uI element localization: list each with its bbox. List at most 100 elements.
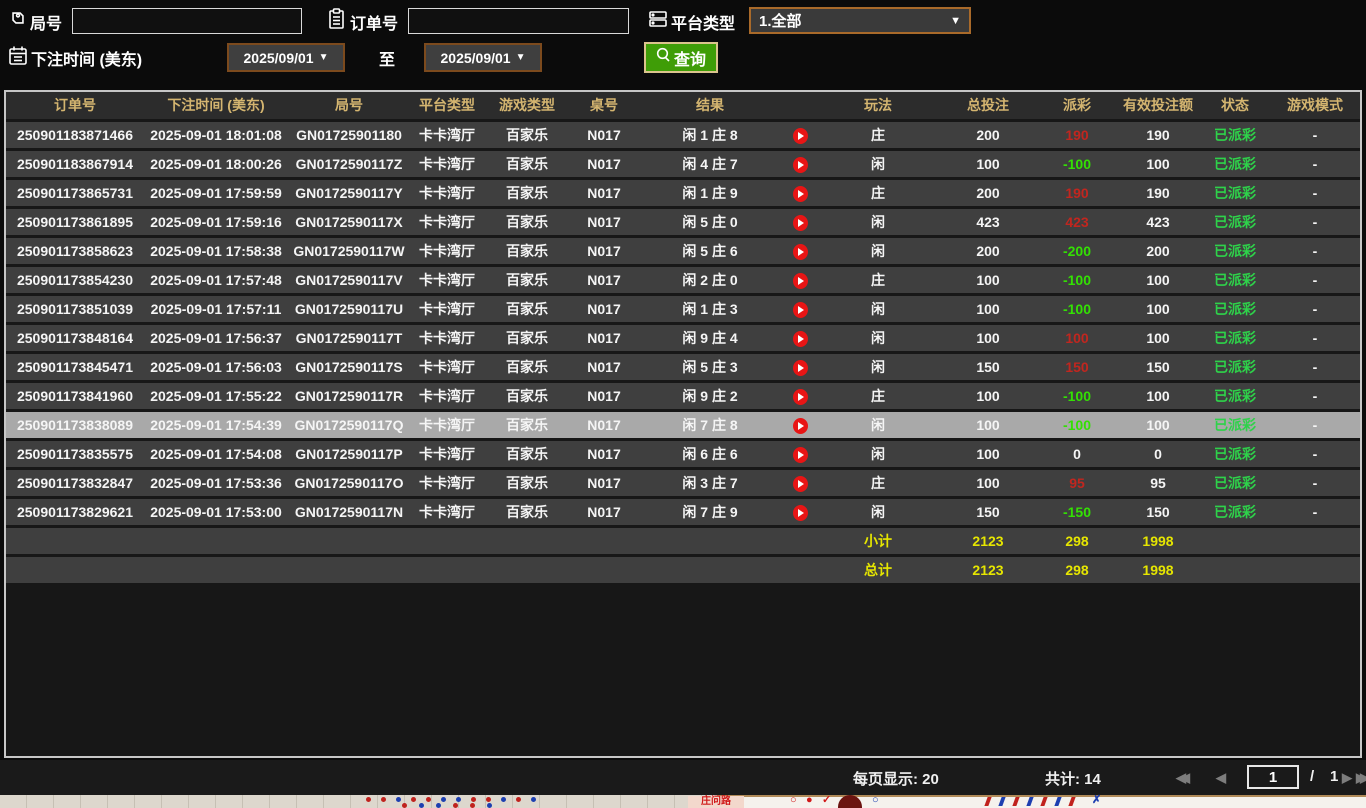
payout-cell: 190 (1065, 185, 1089, 201)
play-circle-icon[interactable] (792, 505, 808, 522)
round-no-cell: GN0172590117R (294, 388, 404, 404)
table-row[interactable]: 250901173841960 2025-09-01 17:55:22 GN01… (6, 383, 1360, 409)
platform-cell: 卡卡湾厅 (419, 388, 475, 404)
table-row[interactable]: 250901173848164 2025-09-01 17:56:37 GN01… (6, 325, 1360, 351)
game-type-cell: 百家乐 (506, 185, 548, 201)
first-page-icon[interactable]: ◀◀ (1176, 770, 1190, 786)
game-mode-cell: - (1312, 301, 1318, 317)
bet-time-cell: 2025-09-01 17:55:22 (150, 388, 282, 404)
table-row[interactable]: 250901173854230 2025-09-01 17:57:48 GN01… (6, 267, 1360, 293)
total-bet-cell: 150 (976, 504, 1000, 520)
table-header-row: 订单号 下注时间 (美东) 局号 平台类型 游戏类型 桌号 结果 玩法 总投注 … (6, 92, 1360, 119)
status-badge: 已派彩 (1214, 301, 1256, 317)
table-row[interactable]: 250901173851039 2025-09-01 17:57:11 GN01… (6, 296, 1360, 322)
valid-bet-cell: 100 (1146, 417, 1170, 433)
bet-time-cell: 2025-09-01 17:58:38 (150, 243, 282, 259)
order-no-cell: 250901173829621 (16, 504, 134, 520)
table-row[interactable]: 250901173838089 2025-09-01 17:54:39 GN01… (6, 412, 1360, 438)
date-from-value: 2025/09/01 (243, 49, 314, 66)
payout-sum: 298 (1065, 562, 1089, 578)
table-no-cell: N017 (587, 272, 621, 288)
play-circle-icon[interactable] (792, 244, 808, 261)
order-no-cell: 250901173845471 (16, 359, 134, 375)
order-no-input[interactable] (408, 8, 629, 34)
check-mark: ✓ (822, 794, 832, 806)
last-page-icon[interactable]: ▶▶ (1356, 770, 1366, 786)
table-no-cell: N017 (587, 156, 621, 172)
play-circle-icon[interactable] (792, 302, 808, 319)
payout-cell: 95 (1069, 475, 1085, 491)
round-no-input[interactable] (72, 8, 302, 34)
table-row[interactable]: 250901173865731 2025-09-01 17:59:59 GN01… (6, 180, 1360, 206)
table-row[interactable]: 250901173832847 2025-09-01 17:53:36 GN01… (6, 470, 1360, 496)
status-badge: 已派彩 (1214, 185, 1256, 201)
game-mode-cell: - (1312, 504, 1318, 520)
play-circle-icon[interactable] (792, 128, 808, 145)
order-no-cell: 250901173851039 (16, 301, 134, 317)
game-mode-cell: - (1312, 388, 1318, 404)
round-no-label: 局号 (30, 16, 63, 33)
play-cell: 闲 (871, 359, 885, 375)
valid-bet-cell: 100 (1146, 301, 1170, 317)
date-to-picker[interactable]: 2025/09/01 ▼ (424, 43, 542, 72)
platform-cell: 卡卡湾厅 (419, 127, 475, 143)
table-row[interactable]: 250901173845471 2025-09-01 17:56:03 GN01… (6, 354, 1360, 380)
magnifier-icon (656, 47, 671, 68)
result-cell: 闲 2 庄 0 (682, 272, 738, 288)
total-bet-cell: 423 (976, 214, 1000, 230)
replay-cell (782, 209, 818, 235)
replay-cell (782, 267, 818, 293)
next-page-icon[interactable]: ▶ (1342, 770, 1352, 786)
date-from-picker[interactable]: 2025/09/01 ▼ (227, 43, 345, 72)
total-bet-cell: 100 (976, 446, 1000, 462)
table-row[interactable]: 250901183871466 2025-09-01 18:01:08 GN01… (6, 122, 1360, 148)
valid-bet-cell: 190 (1146, 185, 1170, 201)
payout-cell: -200 (1062, 243, 1092, 259)
platform-cell: 卡卡湾厅 (419, 243, 475, 259)
platform-cell: 卡卡湾厅 (419, 214, 475, 230)
prev-page-icon[interactable]: ◀ (1216, 770, 1226, 786)
bet-time-cell: 2025-09-01 17:53:36 (150, 475, 282, 491)
order-no-cell: 250901183871466 (16, 127, 134, 143)
col-header-round-no: 局号 (335, 97, 363, 113)
play-cell: 庄 (871, 127, 885, 143)
play-circle-icon[interactable] (792, 331, 808, 348)
round-no-cell: GN0172590117Y (295, 185, 403, 201)
play-circle-icon[interactable] (792, 215, 808, 232)
valid-bet-cell: 100 (1146, 156, 1170, 172)
play-circle-icon[interactable] (792, 418, 808, 435)
play-circle-icon[interactable] (792, 273, 808, 290)
valid-bet-sum: 1998 (1142, 562, 1174, 578)
play-circle-icon[interactable] (792, 360, 808, 377)
bet-time-cell: 2025-09-01 17:59:16 (150, 214, 282, 230)
status-badge: 已派彩 (1214, 243, 1256, 259)
table-row[interactable]: 250901173835575 2025-09-01 17:54:08 GN01… (6, 441, 1360, 467)
replay-cell (782, 325, 818, 351)
order-no-cell: 250901173858623 (16, 243, 134, 259)
platform-type-select[interactable]: 1.全部 ▼ (749, 7, 971, 34)
table-row[interactable]: 250901173829621 2025-09-01 17:53:00 GN01… (6, 499, 1360, 525)
round-no-cell: GN01725901180 (296, 127, 402, 143)
result-cell: 闲 5 庄 3 (682, 359, 738, 375)
order-no-cell: 250901173835575 (16, 446, 134, 462)
play-circle-icon[interactable] (792, 447, 808, 464)
table-no-cell: N017 (587, 243, 621, 259)
table-row[interactable]: 250901173861895 2025-09-01 17:59:16 GN01… (6, 209, 1360, 235)
round-no-cell: GN0172590117X (295, 214, 403, 230)
replay-cell (782, 412, 818, 438)
table-no-cell: N017 (587, 214, 621, 230)
page-number-input[interactable] (1247, 765, 1299, 789)
payout-sum: 298 (1065, 533, 1089, 549)
play-circle-icon[interactable] (792, 157, 808, 174)
valid-bet-cell: 200 (1146, 243, 1170, 259)
play-circle-icon[interactable] (792, 476, 808, 493)
col-header-order-no: 订单号 (54, 97, 96, 113)
table-row[interactable]: 250901183867914 2025-09-01 18:00:26 GN01… (6, 151, 1360, 177)
replay-cell (782, 296, 818, 322)
play-circle-icon[interactable] (792, 389, 808, 406)
search-button[interactable]: 查询 (644, 42, 718, 73)
table-row[interactable]: 250901173858623 2025-09-01 17:58:38 GN01… (6, 238, 1360, 264)
status-badge: 已派彩 (1214, 417, 1256, 433)
game-mode-cell: - (1312, 359, 1318, 375)
play-circle-icon[interactable] (792, 186, 808, 203)
